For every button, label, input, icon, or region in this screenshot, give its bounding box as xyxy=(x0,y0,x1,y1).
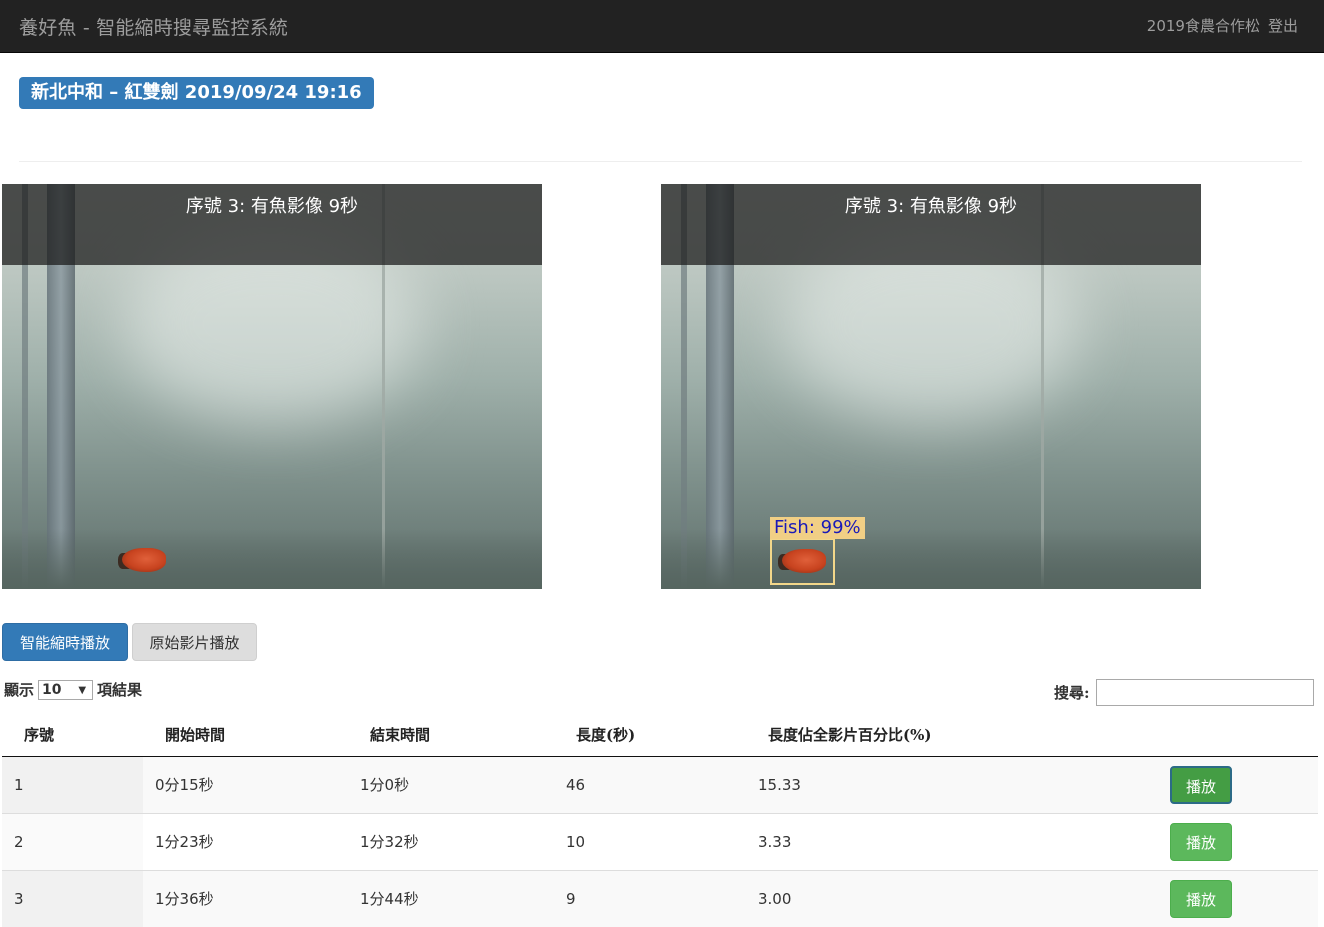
column-header[interactable]: 長度(秒) xyxy=(554,714,746,757)
table-cell: 1分44秒 xyxy=(348,869,554,927)
table-cell: 2 xyxy=(2,812,143,870)
table-search: 搜尋: xyxy=(1054,679,1314,706)
page-length-select[interactable]: 10 ▼ xyxy=(38,679,94,700)
table-cell: 1 xyxy=(2,755,143,813)
detection-box xyxy=(770,538,835,585)
original-video-play-button[interactable]: 原始影片播放 xyxy=(132,623,257,661)
table-cell: 1分0秒 xyxy=(348,755,554,813)
original-video-frame[interactable]: 序號 3: 有魚影像 9秒 xyxy=(2,184,542,589)
table-cell: 播放 xyxy=(1158,755,1318,813)
user-name: 2019食農合作松 xyxy=(1146,17,1260,35)
search-input[interactable] xyxy=(1095,679,1314,706)
table-cell: 播放 xyxy=(1158,869,1318,927)
table-cell: 1分32秒 xyxy=(348,812,554,870)
column-header[interactable]: 開始時間 xyxy=(143,714,348,757)
table-row: 1 0分15秒 1分0秒 46 15.33 播放 xyxy=(2,755,1318,813)
video-caption: 序號 3: 有魚影像 9秒 xyxy=(844,196,1018,217)
fish xyxy=(122,548,166,572)
table-cell: 3 xyxy=(2,869,143,927)
play-button[interactable]: 播放 xyxy=(1170,822,1232,861)
divider xyxy=(19,161,1302,162)
table-cell: 9 xyxy=(554,869,746,927)
column-header[interactable]: 長度佔全影片百分比(%) xyxy=(746,714,1158,757)
table-cell: 3.00 xyxy=(746,869,1158,927)
table-cell: 10 xyxy=(554,812,746,870)
detection-label: Fish: 99% xyxy=(770,517,865,539)
page-length-control: 顯示 10 ▼ 項結果 xyxy=(4,679,142,700)
table-cell: 1分23秒 xyxy=(143,812,348,870)
brand-title[interactable]: 養好魚 - 智能縮時搜尋監控系統 xyxy=(19,13,288,40)
play-button[interactable]: 播放 xyxy=(1170,765,1232,804)
logout-link[interactable]: 登出 xyxy=(1268,15,1298,36)
page-title: 新北中和 – 紅雙劍 2019/09/24 19:16 xyxy=(19,77,374,109)
navbar-right: 2019食農合作松 登出 xyxy=(1147,15,1298,36)
navbar: 養好魚 - 智能縮時搜尋監控系統 2019食農合作松 登出 xyxy=(0,0,1324,53)
column-header[interactable]: 結束時間 xyxy=(348,714,554,757)
search-label: 搜尋: xyxy=(1054,684,1090,702)
table-cell: 1分36秒 xyxy=(143,869,348,927)
video-caption: 序號 3: 有魚影像 9秒 xyxy=(185,196,359,217)
column-header[interactable]: 序號 xyxy=(2,714,143,757)
table-cell: 3.33 xyxy=(746,812,1158,870)
results-label: 項結果 xyxy=(97,681,143,699)
table-header-row: 序號 開始時間 結束時間 長度(秒) 長度佔全影片百分比(%) xyxy=(2,714,1318,757)
table-cell: 0分15秒 xyxy=(143,755,348,813)
play-button[interactable]: 播放 xyxy=(1170,879,1232,918)
table-cell: 46 xyxy=(554,755,746,813)
detection-video-frame[interactable]: Fish: 99% 序號 3: 有魚影像 9秒 xyxy=(661,184,1201,589)
table-row: 2 1分23秒 1分32秒 10 3.33 播放 xyxy=(2,812,1318,870)
segments-table: 序號 開始時間 結束時間 長度(秒) 長度佔全影片百分比(%) 1 0分15秒 … xyxy=(2,714,1318,927)
table-row: 3 1分36秒 1分44秒 9 3.00 播放 xyxy=(2,869,1318,927)
show-label: 顯示 xyxy=(4,681,35,699)
chevron-down-icon: ▼ xyxy=(78,684,87,696)
column-header xyxy=(1158,714,1318,757)
table-cell: 播放 xyxy=(1158,812,1318,870)
smart-timelapse-play-button[interactable]: 智能縮時播放 xyxy=(2,623,128,661)
table-cell: 15.33 xyxy=(746,755,1158,813)
